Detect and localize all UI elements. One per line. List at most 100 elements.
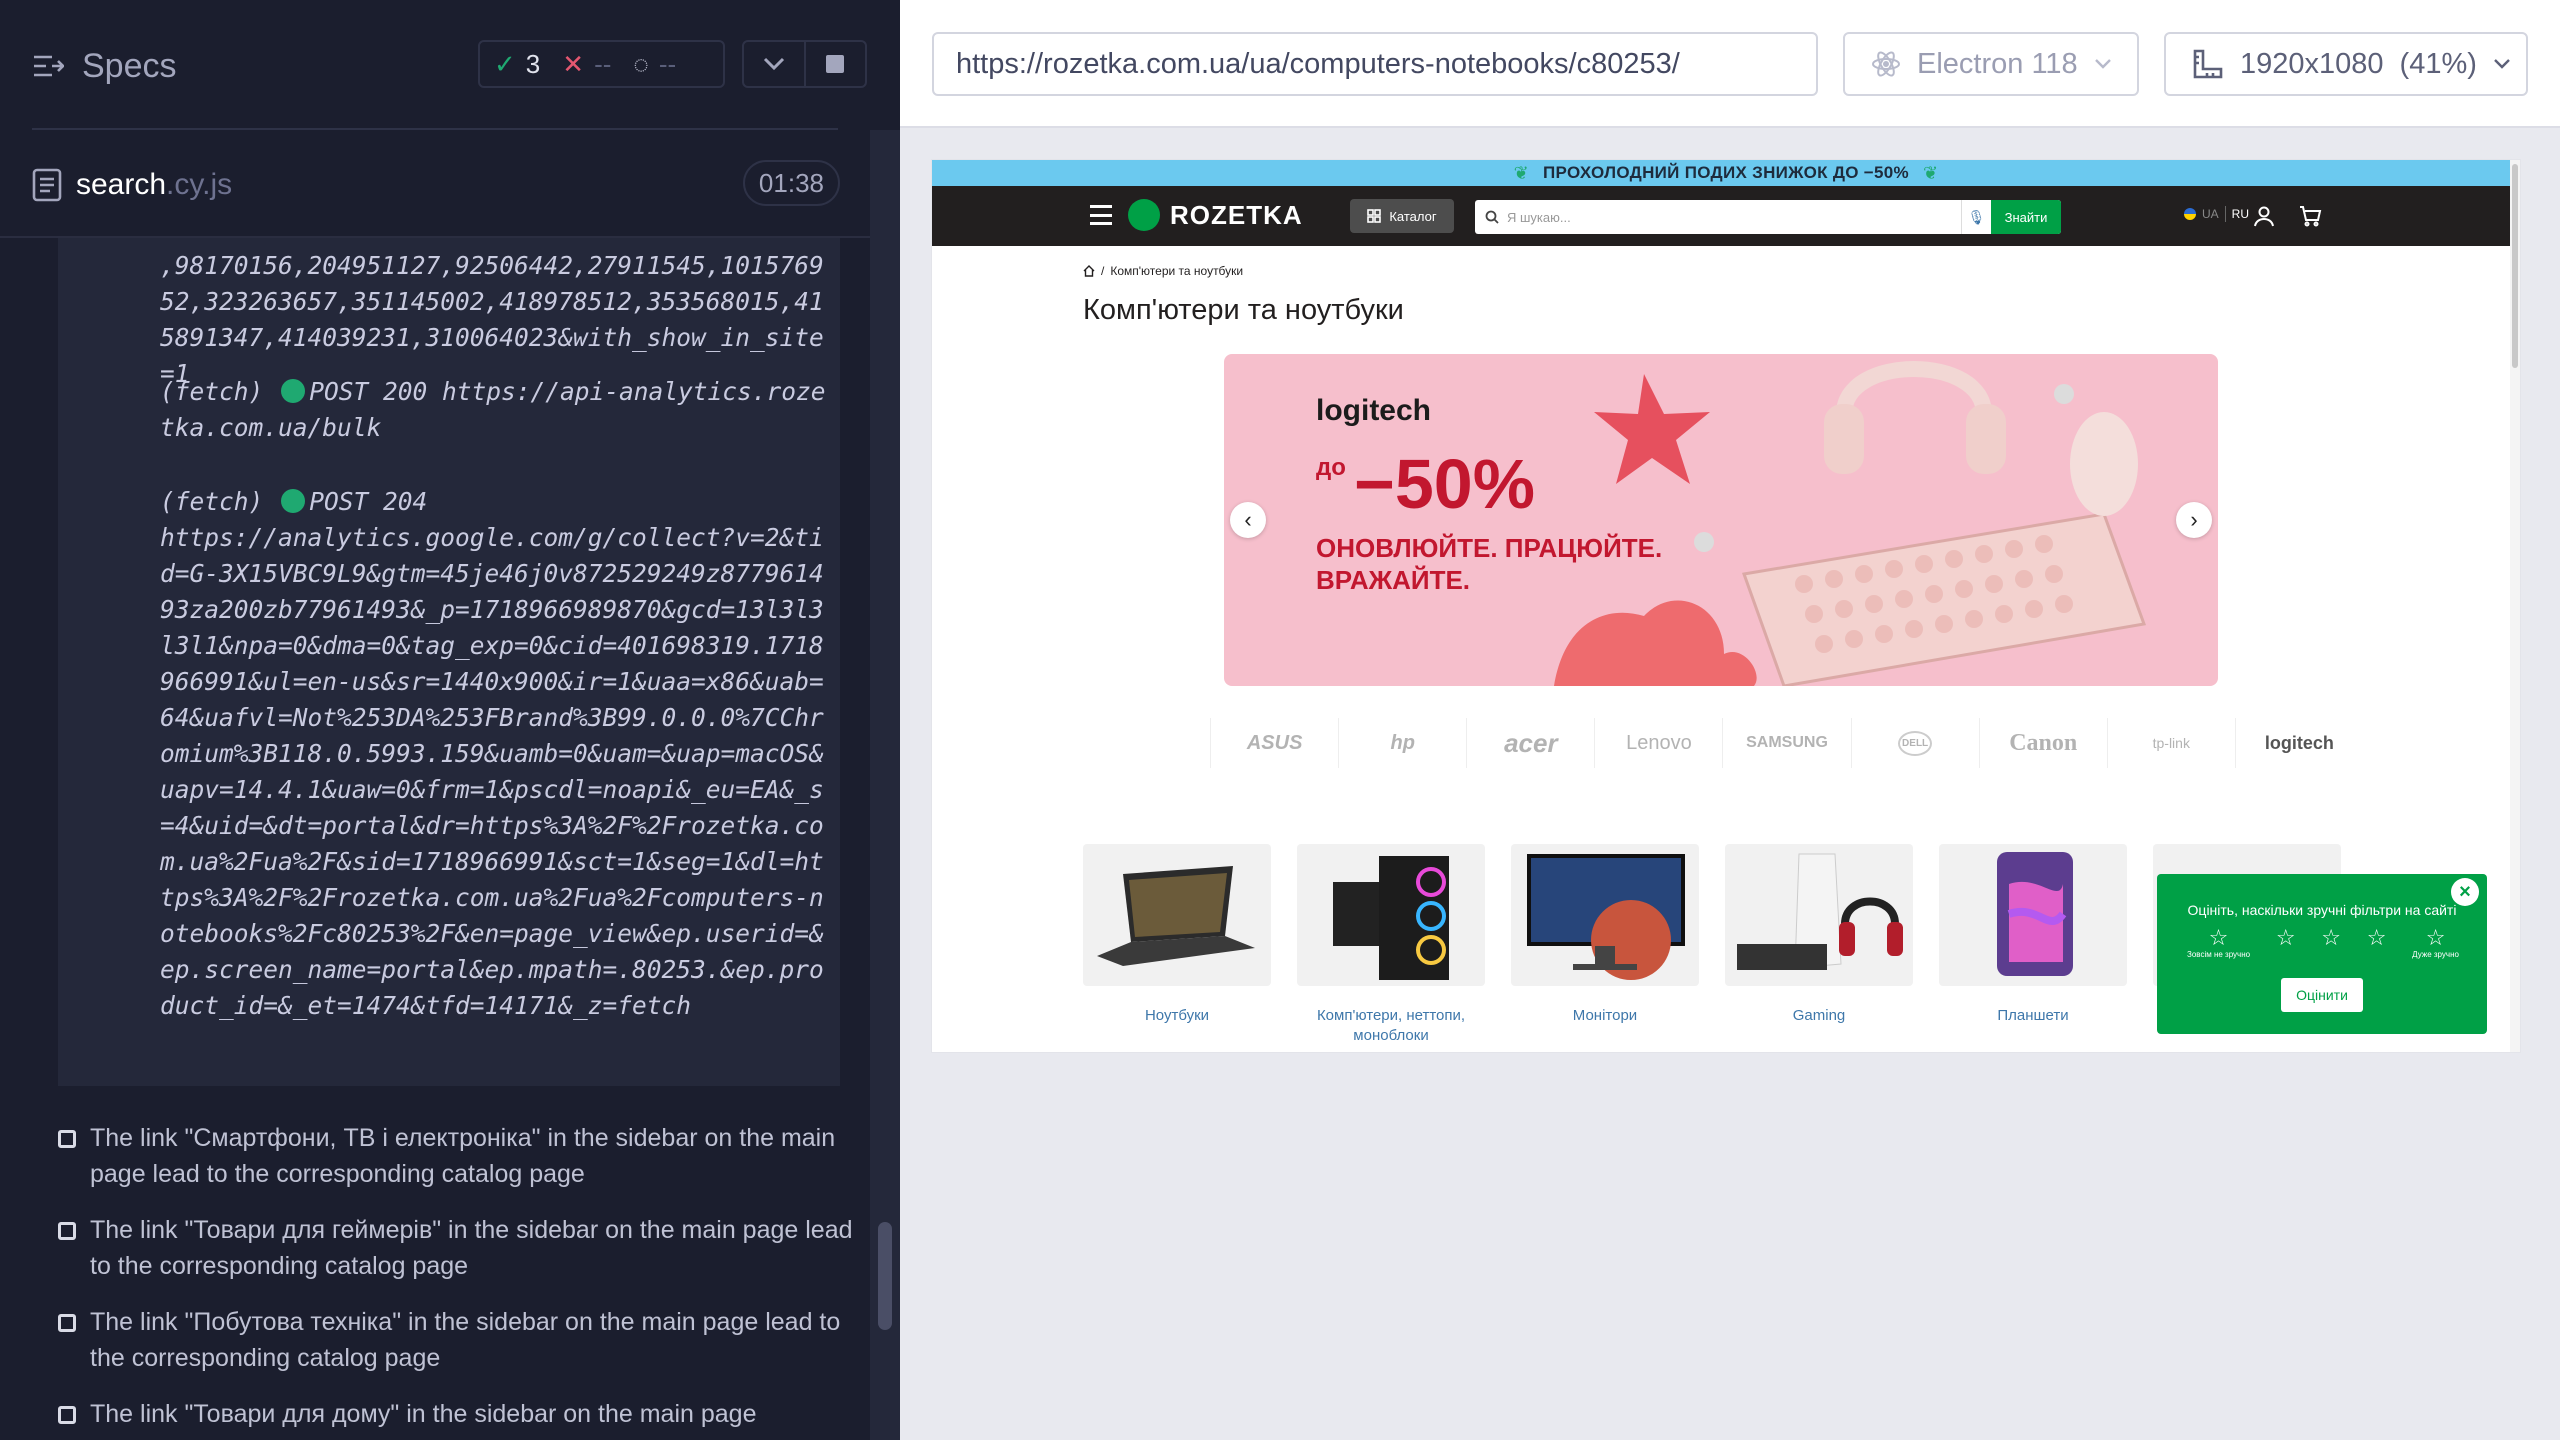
stop-button[interactable] [803, 42, 866, 86]
ruler-icon [2193, 49, 2223, 79]
aut-scrollbar-thumb[interactable] [2512, 164, 2518, 368]
log-entry[interactable]: ,98170156,204951127,92506442,27911545,10… [58, 248, 840, 392]
test-item[interactable]: The link "Смартфони, ТВ і електроніка" i… [58, 1120, 858, 1192]
specs-toggle[interactable]: Specs [32, 44, 177, 88]
browser-name: Electron 118 [1917, 47, 2078, 80]
monitor-image [1511, 844, 1699, 986]
home-icon[interactable] [1083, 265, 1095, 277]
promo-text: ПРОХОЛОДНИЙ ПОДИХ ЗНИЖОК ДО −50% [1543, 163, 1909, 182]
rating-star[interactable]: ☆ Зовсім не зручно [2187, 926, 2250, 970]
rating-star[interactable]: ☆ Дуже зручно [2412, 926, 2459, 970]
brand-hp[interactable]: hp [1339, 718, 1468, 768]
collapse-button[interactable] [744, 42, 804, 86]
specs-title: Specs [82, 46, 177, 85]
gaming-image [1725, 844, 1913, 986]
search-input[interactable]: Я шукаю... [1507, 210, 1961, 225]
category-card[interactable]: Ноутбуки [1083, 844, 1271, 1052]
chevron-down-icon [763, 57, 784, 71]
browser-selector[interactable]: Electron 118 [1843, 32, 2139, 96]
promo-strip[interactable]: ❦ ПРОХОЛОДНИЙ ПОДИХ ЗНИЖОК ДО −50% ❦ [932, 160, 2520, 186]
log-method: POST 200 [309, 377, 428, 406]
viewport-selector[interactable]: 1920x1080 (41%) [2164, 32, 2528, 96]
rating-stars: ☆ Зовсім не зручно ☆ ☆ ☆ ☆ Дуже зручно [2187, 926, 2459, 970]
spec-file-row[interactable]: search .cy.js 01:38 [32, 160, 840, 210]
brand-logitech[interactable]: logitech [2236, 718, 2363, 768]
brand-asus[interactable]: ASUS [1211, 718, 1340, 768]
x-icon: ✕ [562, 48, 585, 79]
microphone-icon[interactable]: 🎙 [1961, 200, 1991, 234]
category-name: Ноутбуки [1144, 1007, 1210, 1024]
banner-discount: −50% [1354, 445, 1535, 523]
tablet-image [1939, 844, 2127, 986]
test-item[interactable]: The link "Товари для дому" in the sideba… [58, 1396, 858, 1432]
search-button[interactable]: Знайти [1991, 200, 2061, 234]
viewport-size: 1920x1080 [2240, 47, 2384, 80]
leaf-icon: ❦ [1922, 162, 1939, 183]
category-name: Монітори [1572, 1007, 1638, 1024]
log-entry[interactable]: (fetch) POST 204 https://analytics.google… [58, 484, 840, 1024]
rate-button[interactable]: Оцінити [2281, 978, 2363, 1012]
category-card[interactable]: Монітори [1511, 844, 1699, 1052]
chevron-down-icon [2494, 59, 2510, 69]
brand-canon[interactable]: Canon [1980, 718, 2108, 768]
checkbox-icon [58, 1314, 76, 1332]
test-title: The link "Товари для геймерів" in the si… [90, 1216, 853, 1280]
url-bar[interactable]: https://rozetka.com.ua/ua/computers-note… [932, 32, 1818, 96]
rating-star[interactable]: ☆ [2367, 926, 2387, 970]
banner-prev-button[interactable]: ‹ [1230, 502, 1266, 538]
reporter-scrollbar-thumb[interactable] [878, 1222, 892, 1330]
category-card[interactable]: Комп'ютери, неттопи, моноблоки [1297, 844, 1485, 1052]
banner-next-button[interactable]: › [2176, 502, 2212, 538]
category-card[interactable]: Gaming [1725, 844, 1913, 1052]
checkbox-icon [58, 1222, 76, 1240]
cart-icon[interactable] [2298, 204, 2322, 228]
hamburger-icon[interactable] [1090, 205, 1112, 225]
category-name: Планшети [1997, 1007, 2069, 1024]
viewport-scale: (41%) [2399, 47, 2477, 80]
star-icon: ☆ [2366, 925, 2387, 950]
passed-count: ✓ 3 [494, 48, 541, 79]
rating-low-label: Зовсім не зручно [2187, 950, 2251, 959]
star-icon: ☆ [2275, 925, 2296, 950]
log-method: POST 204 [309, 487, 428, 516]
breadcrumb: / Комп'ютери та ноутбуки [1083, 264, 1243, 278]
rating-high-label: Дуже зручно [2412, 950, 2459, 959]
log-entry[interactable]: (fetch) POST 200 https://api-analytics.ro… [58, 374, 840, 446]
rating-star[interactable]: ☆ [2321, 926, 2341, 970]
leaf-icon: ❦ [1513, 162, 1530, 183]
brand-apple[interactable] [1083, 718, 1212, 768]
user-icon[interactable] [2252, 204, 2276, 228]
category-card[interactable]: Планшети [1939, 844, 2127, 1052]
command-log[interactable]: ,98170156,204951127,92506442,27911545,10… [58, 238, 840, 1086]
url-text: https://rozetka.com.ua/ua/computers-note… [956, 47, 1680, 80]
brand-acer[interactable]: acer [1467, 718, 1596, 768]
promo-banner[interactable]: logitech до −50% ОНОВЛЮЙТЕ. ПРАЦЮЙТЕ. ВР… [1224, 354, 2218, 686]
chevron-down-icon [2094, 59, 2111, 69]
page-title: Комп'ютери та ноутбуки [1083, 294, 1404, 326]
brand-tplink[interactable]: tp-link [2108, 718, 2236, 768]
log-text: ,98170156,204951127,92506442,27911545,10… [160, 251, 824, 388]
test-item[interactable]: The link "Товари для геймерів" in the si… [58, 1212, 858, 1284]
test-title: The link "Побутова техніка" in the sideb… [90, 1308, 841, 1372]
brand-dell[interactable]: DELL [1852, 718, 1980, 768]
spec-duration: 01:38 [742, 160, 840, 206]
spec-file-ext: .cy.js [166, 168, 233, 201]
test-stats: ✓ 3 ✕ -- ◌ -- [478, 40, 725, 88]
failed-count: ✕ -- [562, 48, 612, 79]
spec-file-name: search [76, 168, 167, 201]
test-item[interactable]: The link "Побутова техніка" in the sideb… [58, 1304, 858, 1376]
brand-lenovo[interactable]: Lenovo [1595, 718, 1724, 768]
brand-strip: ASUS hp acer Lenovo SAMSUNG DELL Canon t… [1083, 718, 2363, 768]
rating-star[interactable]: ☆ [2276, 926, 2296, 970]
site-logo[interactable]: ROZETKA [1128, 199, 1303, 231]
cypress-reporter-panel: Specs ✓ 3 ✕ -- ◌ -- search .cy.js 01:38 … [0, 0, 900, 1440]
category-name: Комп'ютери, неттопи, моноблоки [1316, 1007, 1466, 1044]
test-title: The link "Товари для дому" in the sideba… [90, 1400, 757, 1428]
brand-samsung[interactable]: SAMSUNG [1723, 718, 1852, 768]
site-header: ROZETKA Каталог Я шукаю... 🎙 Знайти UA R… [932, 186, 2520, 246]
star-icon: ☆ [2208, 925, 2229, 950]
app-under-test-frame[interactable]: ❦ ПРОХОЛОДНИЙ ПОДИХ ЗНИЖОК ДО −50% ❦ ROZ… [932, 160, 2520, 1052]
language-switcher[interactable]: UA RU [2184, 206, 2249, 222]
catalog-button[interactable]: Каталог [1350, 199, 1454, 233]
log-url: https://analytics.google.com/g/collect?v… [160, 523, 824, 1020]
